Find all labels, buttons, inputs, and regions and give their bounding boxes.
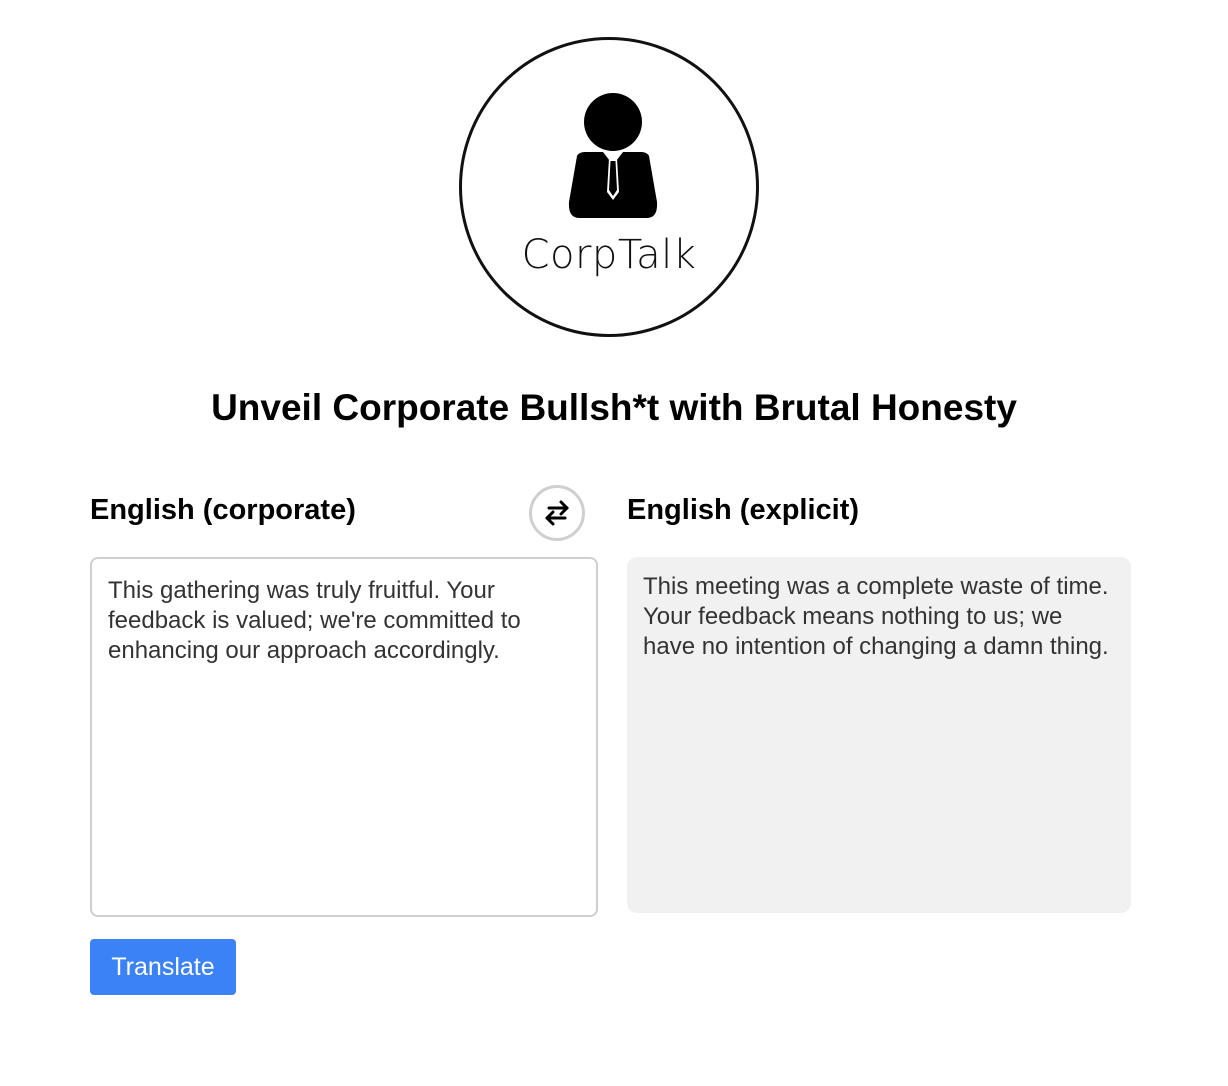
target-language-label[interactable]: English (explicit) (627, 492, 859, 528)
businessman-icon (568, 93, 658, 218)
logo-wordmark: CorpTalk (521, 232, 697, 278)
source-language-label[interactable]: English (corporate) (90, 492, 356, 528)
source-text-input[interactable]: This gathering was truly fruitful. Your … (90, 557, 598, 917)
swap-languages-button[interactable] (529, 485, 585, 541)
corptalk-logo: CorpTalk (459, 37, 759, 337)
page-title: Unveil Corporate Bullsh*t with Brutal Ho… (211, 387, 1017, 428)
swap-arrows-icon (545, 500, 569, 526)
translator-page: CorpTalk Unveil Corporate Bullsh*t with … (0, 0, 1228, 1086)
translation-output: This meeting was a complete waste of tim… (627, 557, 1131, 913)
translate-button[interactable]: Translate (90, 939, 236, 995)
